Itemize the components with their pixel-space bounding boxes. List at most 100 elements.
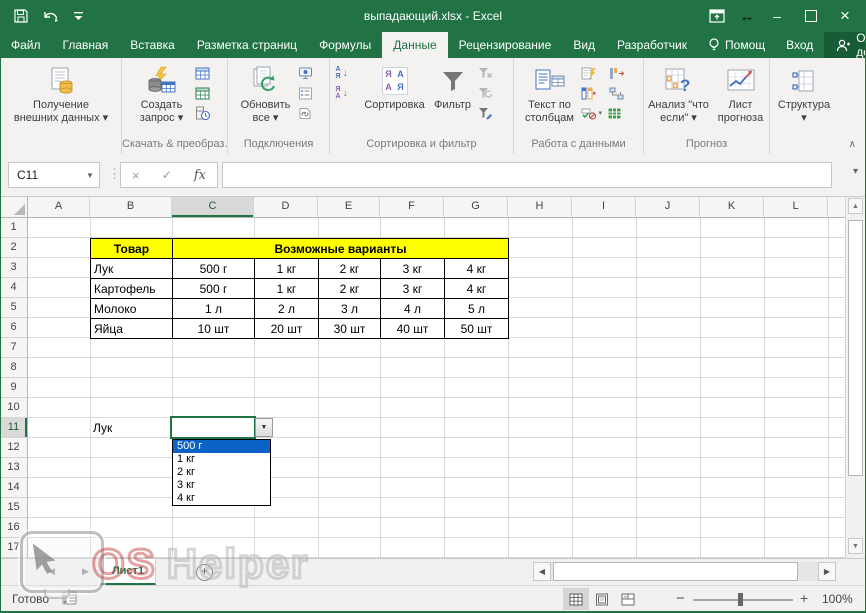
cancel-formula-icon[interactable]: × bbox=[132, 168, 140, 183]
row-header[interactable]: 6 bbox=[0, 318, 27, 338]
row-header[interactable]: 13 bbox=[0, 458, 27, 478]
row-header[interactable]: 10 bbox=[0, 398, 27, 418]
vertical-scroll-thumb[interactable] bbox=[848, 220, 863, 476]
col-header-e[interactable]: E bbox=[318, 196, 380, 217]
row-header[interactable]: 17 bbox=[0, 538, 27, 558]
dropdown-item[interactable]: 3 кг bbox=[173, 479, 270, 492]
relationships-icon[interactable] bbox=[609, 87, 624, 100]
row-header[interactable]: 5 bbox=[0, 298, 27, 318]
tab-home[interactable]: Главная bbox=[52, 32, 120, 58]
row-header[interactable]: 9 bbox=[0, 378, 27, 398]
new-query-button[interactable]: Создать запрос ▾ bbox=[129, 60, 195, 125]
dropdown-item[interactable]: 4 кг bbox=[173, 492, 270, 505]
row-header-11[interactable]: 11 bbox=[0, 418, 27, 438]
table-cell[interactable]: Яйца bbox=[91, 319, 173, 339]
text-to-columns-button[interactable]: Текст по столбцам bbox=[519, 60, 581, 125]
table-cell[interactable]: 2 кг bbox=[319, 259, 381, 279]
horizontal-scroll-thumb[interactable] bbox=[553, 562, 798, 581]
table-cell[interactable]: 2 кг bbox=[319, 279, 381, 299]
refresh-all-button[interactable]: Обновить все ▾ bbox=[234, 60, 298, 125]
zoom-slider[interactable] bbox=[693, 599, 793, 601]
table-cell[interactable]: 500 г bbox=[173, 259, 255, 279]
row-header[interactable]: 16 bbox=[0, 518, 27, 538]
sort-button[interactable]: ЯААЯ Сортировка bbox=[362, 60, 428, 112]
table-cell[interactable]: 3 кг bbox=[381, 259, 445, 279]
consolidate-icon[interactable] bbox=[609, 67, 624, 80]
table-cell[interactable]: 500 г bbox=[173, 279, 255, 299]
table-cell[interactable]: 3 кг bbox=[381, 279, 445, 299]
cell-dropdown-button[interactable]: ▼ bbox=[255, 418, 273, 437]
tab-view[interactable]: Вид bbox=[562, 32, 606, 58]
collapse-ribbon-icon[interactable]: ∧ bbox=[849, 139, 856, 150]
formula-input[interactable] bbox=[222, 162, 832, 188]
name-box-dropdown-icon[interactable]: ▼ bbox=[81, 171, 99, 180]
tell-me-help[interactable]: Помощ bbox=[698, 32, 775, 58]
scroll-down-icon[interactable]: ▼ bbox=[848, 538, 863, 554]
sheet-nav-left-icon[interactable]: ◀ bbox=[48, 566, 55, 577]
maximize-button[interactable] bbox=[796, 3, 826, 29]
select-all-corner[interactable] bbox=[0, 196, 28, 217]
properties-icon[interactable] bbox=[298, 85, 324, 101]
tab-file[interactable]: Файл bbox=[0, 32, 52, 58]
data-validation-dropdown-icon[interactable]: ▾ bbox=[599, 109, 603, 117]
tab-review[interactable]: Рецензирование bbox=[448, 32, 563, 58]
table-cell[interactable]: 5 л bbox=[445, 299, 509, 319]
zoom-in-icon[interactable]: + bbox=[800, 590, 808, 606]
clear-filter-icon[interactable] bbox=[478, 65, 508, 81]
zoom-slider-thumb[interactable] bbox=[738, 593, 743, 606]
table-cell[interactable]: Картофель bbox=[91, 279, 173, 299]
tab-formulas[interactable]: Формулы bbox=[308, 32, 382, 58]
forecast-sheet-button[interactable]: Лист прогноза bbox=[713, 60, 769, 125]
table-cell[interactable]: 4 кг bbox=[445, 259, 509, 279]
edit-links-icon[interactable] bbox=[298, 105, 324, 121]
filter-button[interactable]: Фильтр bbox=[428, 60, 478, 112]
view-page-layout-button[interactable] bbox=[589, 588, 615, 610]
sheet-nav-right-icon[interactable]: ▶ bbox=[82, 566, 89, 577]
expand-formula-bar-icon[interactable]: ▾ bbox=[853, 166, 858, 177]
row-header[interactable]: 4 bbox=[0, 278, 27, 298]
col-header-l[interactable]: L bbox=[764, 196, 828, 217]
horizontal-scrollbar[interactable]: ◀ ▶ bbox=[533, 562, 836, 581]
new-sheet-button[interactable]: + bbox=[196, 564, 213, 581]
col-header-h[interactable]: H bbox=[508, 196, 572, 217]
col-header-f[interactable]: F bbox=[380, 196, 444, 217]
table-cell[interactable]: 20 шт bbox=[255, 319, 319, 339]
ribbon-display-options-icon[interactable] bbox=[702, 3, 732, 29]
recent-sources-icon[interactable] bbox=[195, 105, 221, 121]
row-header[interactable]: 8 bbox=[0, 358, 27, 378]
dropdown-item[interactable]: 2 кг bbox=[173, 466, 270, 479]
tab-insert[interactable]: Вставка bbox=[119, 32, 186, 58]
col-header-j[interactable]: J bbox=[636, 196, 700, 217]
row-header[interactable]: 12 bbox=[0, 438, 27, 458]
zoom-level[interactable]: 100% bbox=[822, 592, 853, 606]
table-cell[interactable]: 1 кг bbox=[255, 279, 319, 299]
row-header[interactable]: 15 bbox=[0, 498, 27, 518]
table-cell[interactable]: 1 л bbox=[173, 299, 255, 319]
advanced-filter-icon[interactable] bbox=[478, 105, 508, 121]
scroll-left-icon[interactable]: ◀ bbox=[533, 562, 551, 581]
close-button[interactable]: × bbox=[830, 3, 860, 29]
remove-duplicates-icon[interactable] bbox=[581, 87, 596, 100]
tab-data[interactable]: Данные bbox=[382, 32, 448, 58]
table-cell[interactable]: 10 шт bbox=[173, 319, 255, 339]
get-external-data-button[interactable]: Получение внешних данных ▾ bbox=[3, 60, 119, 125]
selected-cell-c11[interactable] bbox=[170, 416, 256, 439]
data-validation-icon[interactable] bbox=[581, 107, 596, 120]
share-button[interactable]: Общий доступ bbox=[824, 31, 866, 59]
zoom-out-icon[interactable]: − bbox=[676, 590, 685, 607]
reapply-filter-icon[interactable] bbox=[478, 85, 508, 101]
row-header[interactable]: 14 bbox=[0, 478, 27, 498]
enter-formula-icon[interactable]: ✓ bbox=[162, 168, 172, 182]
row-header[interactable]: 3 bbox=[0, 258, 27, 278]
show-queries-icon[interactable] bbox=[195, 65, 221, 81]
row-header[interactable]: 1 bbox=[0, 218, 27, 238]
manage-data-model-icon[interactable] bbox=[607, 107, 622, 120]
sign-in-button[interactable]: Вход bbox=[775, 32, 824, 58]
table-cell[interactable]: 2 л bbox=[255, 299, 319, 319]
sheet-tab-list1[interactable]: Лист1 bbox=[100, 559, 156, 585]
row-header[interactable]: 7 bbox=[0, 338, 27, 358]
table-cell[interactable]: 1 кг bbox=[255, 259, 319, 279]
what-if-analysis-button[interactable]: ? Анализ "что если" ▾ bbox=[645, 60, 713, 125]
tab-developer[interactable]: Разработчик bbox=[606, 32, 698, 58]
sort-ascending-icon[interactable]: А Я ↓ bbox=[336, 65, 362, 81]
